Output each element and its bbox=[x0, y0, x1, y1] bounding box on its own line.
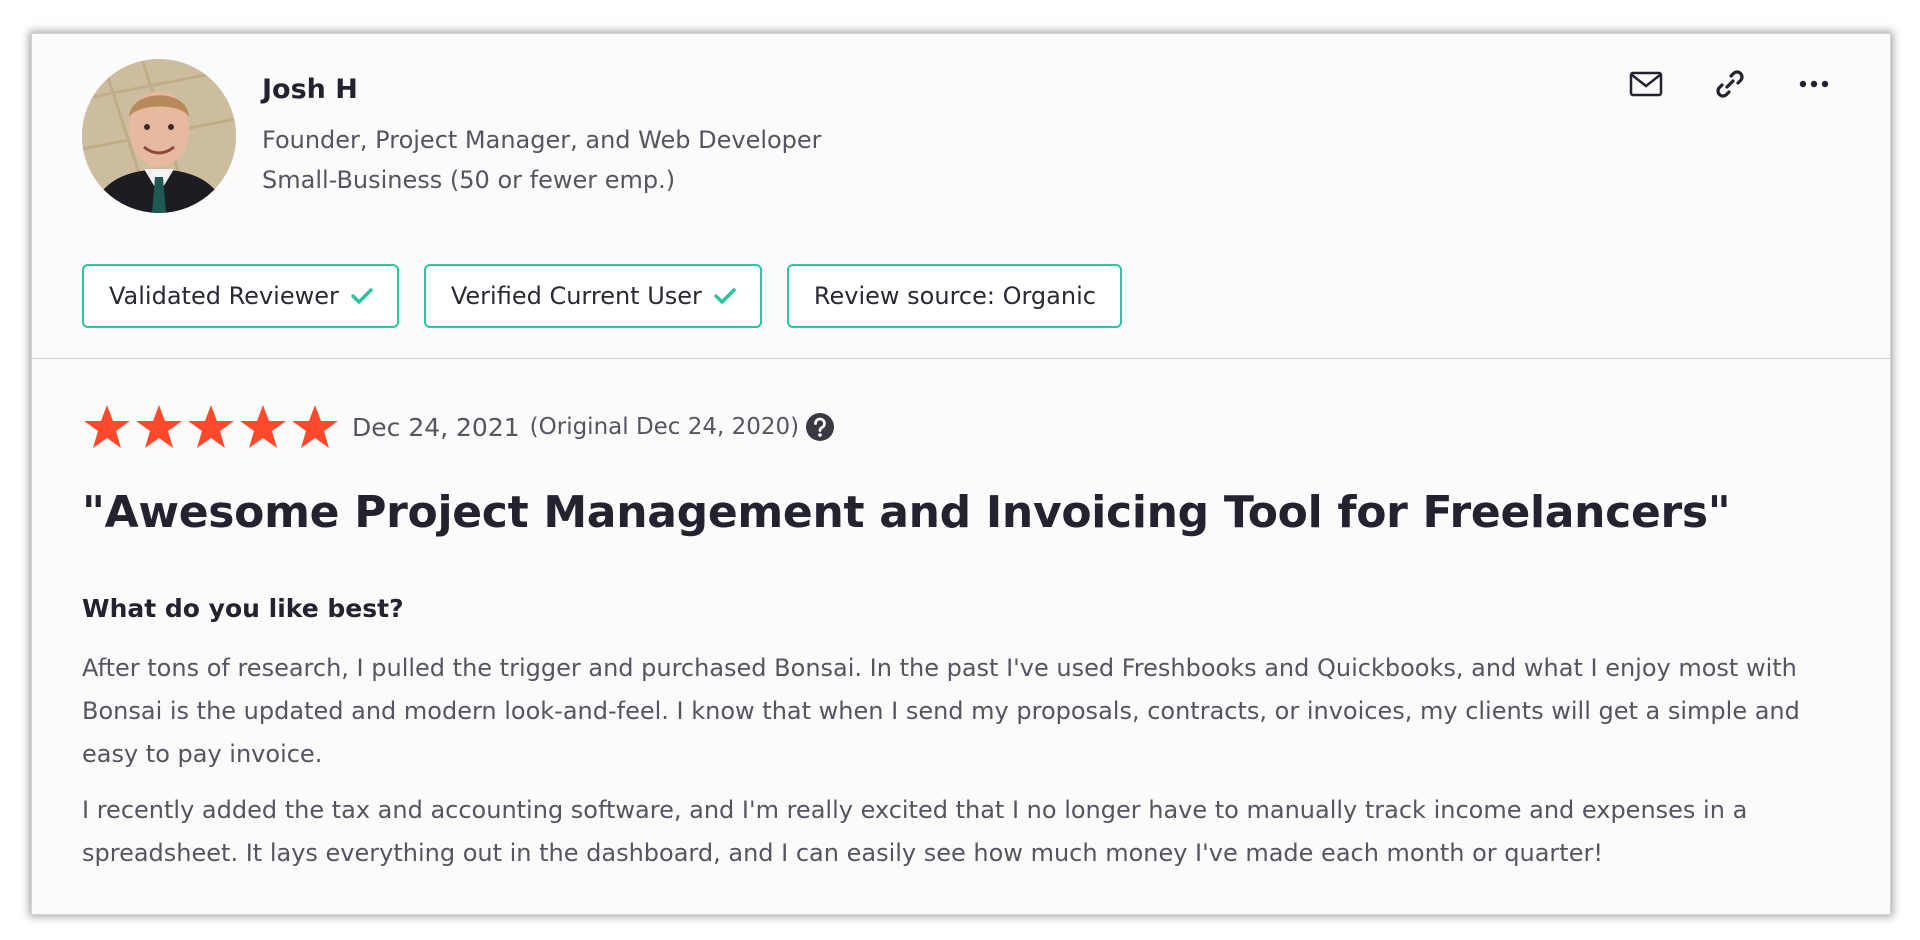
mail-icon[interactable] bbox=[1626, 64, 1666, 104]
reviewer-role: Founder, Project Manager, and Web Develo… bbox=[262, 126, 822, 154]
star-icon bbox=[240, 405, 286, 448]
review-answer-paragraph: After tons of research, I pulled the tri… bbox=[82, 654, 1800, 768]
help-icon[interactable] bbox=[805, 412, 835, 442]
star-rating bbox=[82, 403, 340, 451]
review-date: Dec 24, 2021 bbox=[352, 412, 520, 442]
star-icon bbox=[292, 405, 338, 448]
badge-review-source: Review source: Organic bbox=[786, 264, 1122, 328]
reviewer-company-size: Small-Business (50 or fewer emp.) bbox=[262, 166, 676, 194]
reviewer-name[interactable]: Josh H bbox=[262, 74, 358, 105]
review-original-date: (Original Dec 24, 2020) bbox=[529, 414, 800, 440]
star-icon bbox=[84, 405, 130, 448]
review-card: Josh H Founder, Project Manager, and Web… bbox=[31, 33, 1891, 915]
review-title: "Awesome Project Management and Invoicin… bbox=[82, 487, 1731, 538]
review-actions bbox=[1626, 64, 1834, 104]
reviewer-badges: Validated Reviewer Verified Current User… bbox=[82, 264, 1122, 328]
check-icon bbox=[351, 287, 373, 305]
more-icon[interactable] bbox=[1794, 64, 1834, 104]
reviewer-section: Josh H Founder, Project Manager, and Web… bbox=[32, 34, 1890, 359]
badge-label: Verified Current User bbox=[450, 282, 702, 310]
link-icon[interactable] bbox=[1710, 64, 1750, 104]
star-icon bbox=[136, 405, 182, 448]
badge-validated-reviewer: Validated Reviewer bbox=[82, 264, 399, 328]
review-answer-paragraph: I recently added the tax and accounting … bbox=[82, 796, 1748, 867]
badge-label: Validated Reviewer bbox=[109, 282, 339, 310]
star-icon bbox=[188, 405, 234, 448]
rating-row: Dec 24, 2021 (Original Dec 24, 2020) bbox=[82, 403, 835, 451]
page-canvas: Josh H Founder, Project Manager, and Web… bbox=[0, 0, 1920, 940]
review-question: What do you like best? bbox=[82, 594, 404, 623]
badge-label: Review source: Organic bbox=[813, 282, 1096, 310]
avatar[interactable] bbox=[82, 59, 236, 213]
check-icon bbox=[714, 287, 736, 305]
badge-verified-current-user: Verified Current User bbox=[423, 264, 762, 328]
